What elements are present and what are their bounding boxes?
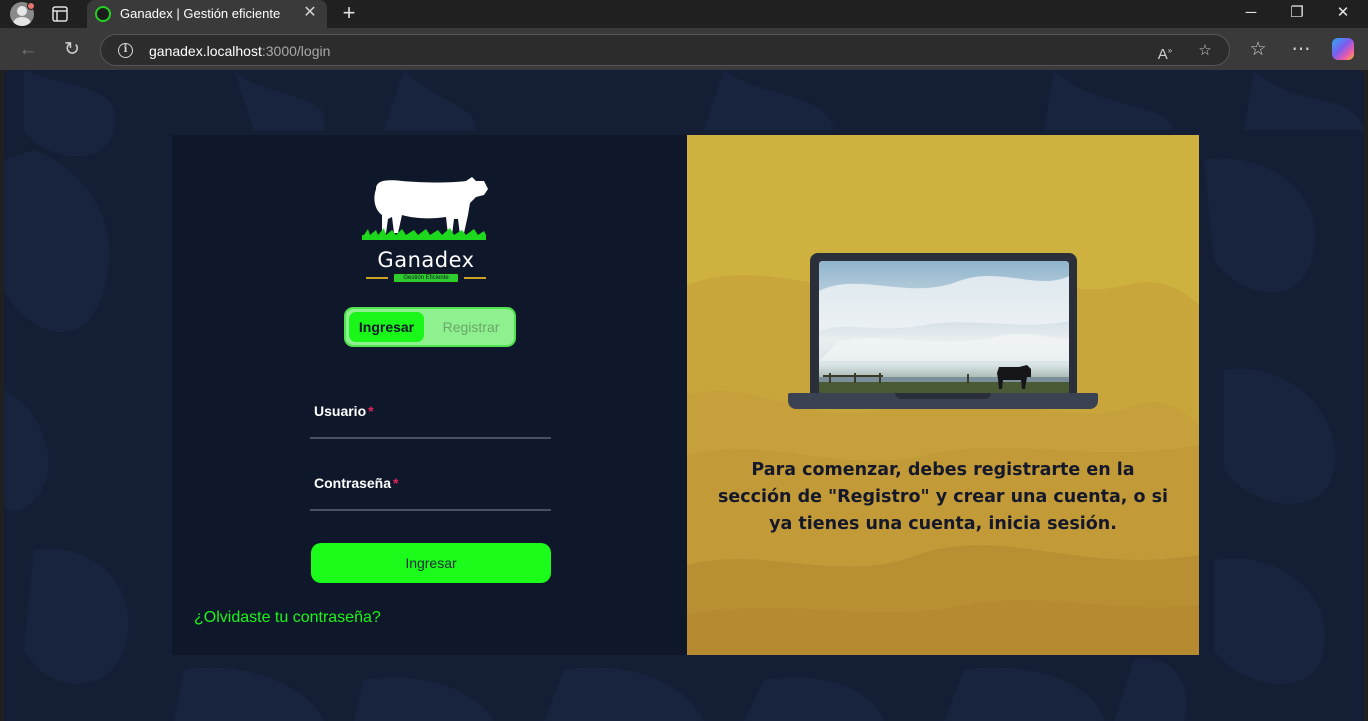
login-submit-button[interactable]: Ingresar [311, 543, 551, 583]
laptop-screen-frame [810, 253, 1077, 398]
page-viewport: Ganadex Gestión Eficiente Ingresar Regis… [4, 70, 1364, 721]
refresh-icon[interactable]: ↻ [59, 37, 85, 63]
password-input[interactable] [310, 471, 551, 509]
address-bar[interactable]: i ganadex.localhost:3000/login A» ☆ [100, 34, 1230, 66]
url-text: ganadex.localhost:3000/login [149, 43, 331, 59]
brand-tagline: Gestión Eficiente [403, 275, 449, 281]
close-icon[interactable]: ✕ [301, 4, 319, 22]
favorite-icon[interactable]: ☆ [1194, 40, 1216, 62]
laptop-illustration [788, 253, 1098, 413]
username-input[interactable] [310, 399, 551, 437]
browser-tab[interactable]: Ganadex | Gestión eficiente ✕ [87, 0, 327, 28]
browser-toolbar: ← ↻ i ganadex.localhost:3000/login A» ☆ … [0, 28, 1368, 70]
auth-mode-toggle: Ingresar Registrar [344, 307, 516, 347]
site-favicon-icon [95, 6, 111, 22]
more-icon[interactable]: ⋯ [1288, 37, 1314, 63]
tab-actions-icon[interactable] [50, 4, 70, 24]
laptop-screen-photo [819, 261, 1069, 394]
logo-divider-right [464, 277, 486, 279]
close-window-icon[interactable]: ✕ [1320, 0, 1366, 28]
brand-name: Ganadex [377, 248, 475, 272]
minimize-icon[interactable]: ─ [1228, 0, 1274, 28]
welcome-message: Para comenzar, debes registrarte en la s… [717, 460, 1169, 534]
tab-registrar[interactable]: Registrar [428, 312, 514, 342]
forgot-password-link[interactable]: ¿Olvidaste tu contraseña? [194, 609, 381, 627]
login-card: Ganadex Gestión Eficiente Ingresar Regis… [172, 135, 1199, 655]
logo-divider-left [366, 277, 388, 279]
password-field[interactable]: Contraseña * [310, 471, 551, 511]
tab-ingresar[interactable]: Ingresar [349, 312, 424, 342]
back-icon[interactable]: ← [15, 37, 41, 63]
cow-logo-icon [362, 177, 488, 240]
profile-notification-badge [27, 2, 35, 10]
read-aloud-icon[interactable]: A» [1154, 40, 1176, 63]
tab-title: Ganadex | Gestión eficiente [120, 6, 281, 21]
info-icon[interactable]: i [118, 43, 133, 58]
copilot-icon[interactable] [1332, 38, 1354, 60]
welcome-panel: Para comenzar, debes registrarte en la s… [687, 135, 1199, 655]
username-field[interactable]: Usuario * [310, 399, 551, 439]
brand-ribbon: Gestión Eficiente [393, 273, 459, 283]
favorites-icon[interactable]: ☆ [1245, 37, 1271, 63]
new-tab-icon[interactable]: + [338, 2, 360, 25]
ganadex-logo: Ganadex Gestión Eficiente [362, 175, 490, 287]
laptop-base [788, 393, 1098, 409]
tab-bar: Ganadex | Gestión eficiente ✕ + ─ ❐ ✕ [0, 0, 1368, 28]
restore-icon[interactable]: ❐ [1274, 0, 1320, 28]
